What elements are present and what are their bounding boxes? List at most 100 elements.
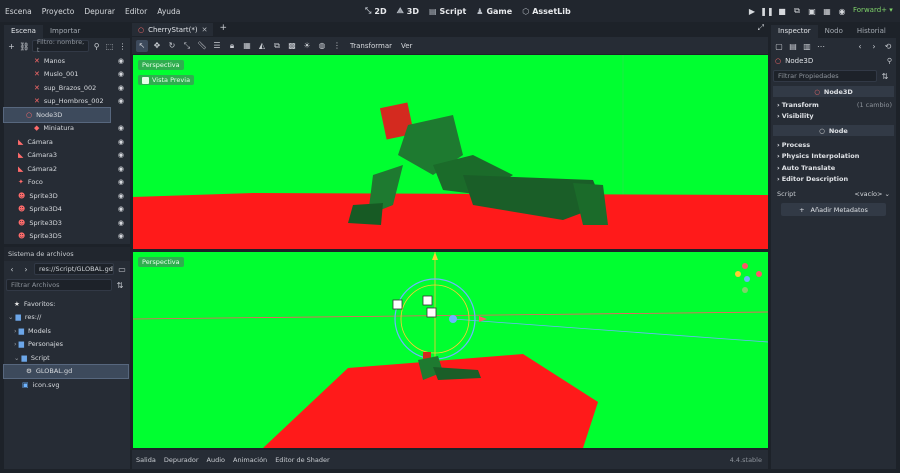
folder-row[interactable]: ⌄ ▆ Script bbox=[4, 351, 130, 365]
add-metadata-button[interactable]: + Añadir Metadatos bbox=[781, 203, 886, 216]
visibility-eye-icon[interactable]: ◉ bbox=[118, 151, 124, 159]
tree-row[interactable]: ☻ Sprite3D4 ◉ bbox=[4, 203, 130, 217]
grid-icon[interactable]: ▩ bbox=[286, 40, 298, 52]
forward-icon[interactable]: › bbox=[20, 263, 32, 275]
file-row[interactable]: ▣ icon.svg bbox=[4, 378, 130, 392]
link-icon[interactable]: ⛓ bbox=[19, 40, 30, 52]
history-icon[interactable]: ⟲ bbox=[882, 40, 894, 52]
section-editor-description[interactable]: › Editor Description bbox=[771, 174, 896, 186]
lock-icon[interactable]: 🔒︎ bbox=[226, 40, 238, 52]
file-filter-input[interactable]: Filtrar Archivos bbox=[6, 279, 112, 291]
workspace-script[interactable]: ▤ Script bbox=[424, 7, 471, 16]
movie-icon[interactable]: ◉ bbox=[835, 4, 849, 18]
back-icon[interactable]: ‹ bbox=[854, 40, 866, 52]
tab-historial[interactable]: Historial bbox=[850, 25, 893, 38]
tree-row[interactable]: ☻ Sprite3D3 ◉ bbox=[4, 216, 130, 230]
perspective-menu-bottom[interactable]: Perspectiva bbox=[138, 257, 184, 267]
section-process[interactable]: › Process bbox=[771, 139, 896, 151]
distraction-free-icon[interactable]: ⤢ bbox=[758, 23, 764, 36]
viewport-bottom[interactable]: Perspectiva bbox=[133, 252, 768, 448]
scale-mode-icon[interactable]: ⤡ bbox=[181, 40, 193, 52]
sort-icon[interactable]: ⇅ bbox=[879, 70, 891, 82]
visibility-eye-icon[interactable]: ◉ bbox=[118, 219, 124, 227]
path-field[interactable]: res://Script/GLOBAL.gd bbox=[34, 263, 114, 275]
tab-audio[interactable]: Audio bbox=[207, 456, 225, 464]
favorites-row[interactable]: ★ Favoritos: bbox=[4, 297, 130, 311]
play-custom-icon[interactable]: ▦ bbox=[820, 4, 834, 18]
tab-nodo[interactable]: Nodo bbox=[818, 25, 850, 38]
group-icon[interactable]: ▦ bbox=[241, 40, 253, 52]
tree-row[interactable]: ✕ sup_Brazos_002 ◉ bbox=[4, 81, 130, 95]
snap-icon[interactable]: ⧉ bbox=[271, 40, 283, 52]
save-resource-icon[interactable]: ▥ bbox=[801, 40, 813, 52]
visibility-eye-icon[interactable]: ◉ bbox=[118, 57, 124, 65]
remote-debug-icon[interactable]: ⧉ bbox=[790, 4, 804, 18]
open-resource-icon[interactable]: ▤ bbox=[787, 40, 799, 52]
tree-row[interactable]: ✦ Foco ◉ bbox=[4, 176, 130, 190]
tab-importar[interactable]: Importar bbox=[43, 25, 87, 38]
visibility-eye-icon[interactable]: ◉ bbox=[118, 205, 124, 213]
tree-row[interactable]: ☻ Sprite3D5 ◉ bbox=[4, 230, 130, 244]
axis-gizmo-icon[interactable] bbox=[733, 260, 763, 296]
scene-tab-active[interactable]: ○ CherryStart(*) ✕ bbox=[132, 23, 214, 36]
workspace-2d[interactable]: ⤡ 2D bbox=[360, 6, 392, 16]
tab-inspector[interactable]: Inspector bbox=[771, 25, 818, 38]
object-menu-icon[interactable]: ⚲ bbox=[887, 57, 892, 65]
tab-animacion[interactable]: Animación bbox=[233, 456, 267, 464]
rotate-mode-icon[interactable]: ↻ bbox=[166, 40, 178, 52]
add-node-icon[interactable]: + bbox=[6, 40, 17, 52]
pause-icon[interactable]: ❚❚ bbox=[760, 4, 774, 18]
tab-depurador[interactable]: Depurador bbox=[164, 456, 199, 464]
property-filter-input[interactable]: Filtrar Propiedades bbox=[773, 70, 877, 82]
preview-toggle[interactable]: Vista Previa bbox=[138, 75, 195, 85]
tree-row[interactable]: ✕ sup_Hombros_002 ◉ bbox=[4, 95, 130, 109]
visibility-eye-icon[interactable]: ◉ bbox=[118, 138, 124, 146]
section-auto-translate[interactable]: › Auto Translate bbox=[771, 162, 896, 174]
section-visibility[interactable]: › Visibility bbox=[771, 111, 896, 123]
add-tab-icon[interactable]: + bbox=[219, 23, 227, 36]
menu-editor[interactable]: Editor bbox=[120, 7, 152, 16]
tree-row[interactable]: ◣ Cámara ◉ bbox=[4, 135, 130, 149]
visibility-eye-icon[interactable]: ◉ bbox=[118, 178, 124, 186]
visibility-eye-icon[interactable]: ◉ bbox=[118, 84, 124, 92]
play-scene-icon[interactable]: ▣ bbox=[805, 4, 819, 18]
file-row-selected[interactable]: ⚙ GLOBAL.gd bbox=[3, 363, 129, 379]
ruler-icon[interactable]: 📏︎ bbox=[196, 40, 208, 52]
workspace-game[interactable]: ♟ Game bbox=[471, 7, 517, 16]
folder-row[interactable]: › ▆ Personajes bbox=[4, 338, 130, 352]
tree-row[interactable]: ✕ Manos ◉ bbox=[4, 54, 130, 68]
folder-row[interactable]: ⌄ ▆ res:// bbox=[4, 311, 130, 325]
script-value-field[interactable]: <vacío> ⌄ bbox=[854, 190, 890, 198]
visibility-eye-icon[interactable]: ◉ bbox=[118, 165, 124, 173]
sort-icon[interactable]: ⇅ bbox=[114, 279, 126, 291]
attach-script-icon[interactable]: ⬚ bbox=[104, 40, 115, 52]
new-resource-icon[interactable]: ▢ bbox=[773, 40, 785, 52]
tree-row[interactable]: ✕ Muslo_001 ◉ bbox=[4, 68, 130, 82]
menu-escena[interactable]: Escena bbox=[0, 7, 37, 16]
renderer-selector[interactable]: Forward+ ▾ bbox=[853, 6, 893, 14]
tab-shader-editor[interactable]: Editor de Shader bbox=[275, 456, 330, 464]
more-icon[interactable]: ⋮ bbox=[117, 40, 128, 52]
filter-options-icon[interactable]: ⚲ bbox=[91, 40, 102, 52]
split-view-icon[interactable]: ▭ bbox=[116, 263, 128, 275]
workspace-assetlib[interactable]: ⬡ AssetLib bbox=[517, 7, 576, 16]
tree-row-selected[interactable]: ○ Node3D bbox=[3, 107, 111, 123]
sun-icon[interactable]: ☀ bbox=[301, 40, 313, 52]
visibility-eye-icon[interactable]: ◉ bbox=[118, 70, 124, 78]
stop-icon[interactable]: ■ bbox=[775, 4, 789, 18]
list-select-icon[interactable]: ☰ bbox=[211, 40, 223, 52]
tree-row[interactable]: ◣ Cámara2 ◉ bbox=[4, 162, 130, 176]
back-icon[interactable]: ‹ bbox=[6, 263, 18, 275]
section-transform[interactable]: › Transform (1 cambio) bbox=[771, 99, 896, 111]
folder-row[interactable]: › ▆ Models bbox=[4, 324, 130, 338]
transform-menu[interactable]: Transformar bbox=[350, 42, 392, 50]
resource-menu-icon[interactable]: ⋯ bbox=[815, 40, 827, 52]
tree-row[interactable]: ☻ Sprite3D ◉ bbox=[4, 189, 130, 203]
environment-icon[interactable]: ◍ bbox=[316, 40, 328, 52]
tree-row[interactable]: ◣ Cámara3 ◉ bbox=[4, 149, 130, 163]
local-space-icon[interactable]: ◭ bbox=[256, 40, 268, 52]
visibility-eye-icon[interactable]: ◉ bbox=[118, 232, 124, 240]
visibility-eye-icon[interactable]: ◉ bbox=[118, 124, 124, 132]
perspective-menu-top[interactable]: Perspectiva bbox=[138, 60, 184, 70]
section-physics-interpolation[interactable]: › Physics Interpolation bbox=[771, 151, 896, 163]
